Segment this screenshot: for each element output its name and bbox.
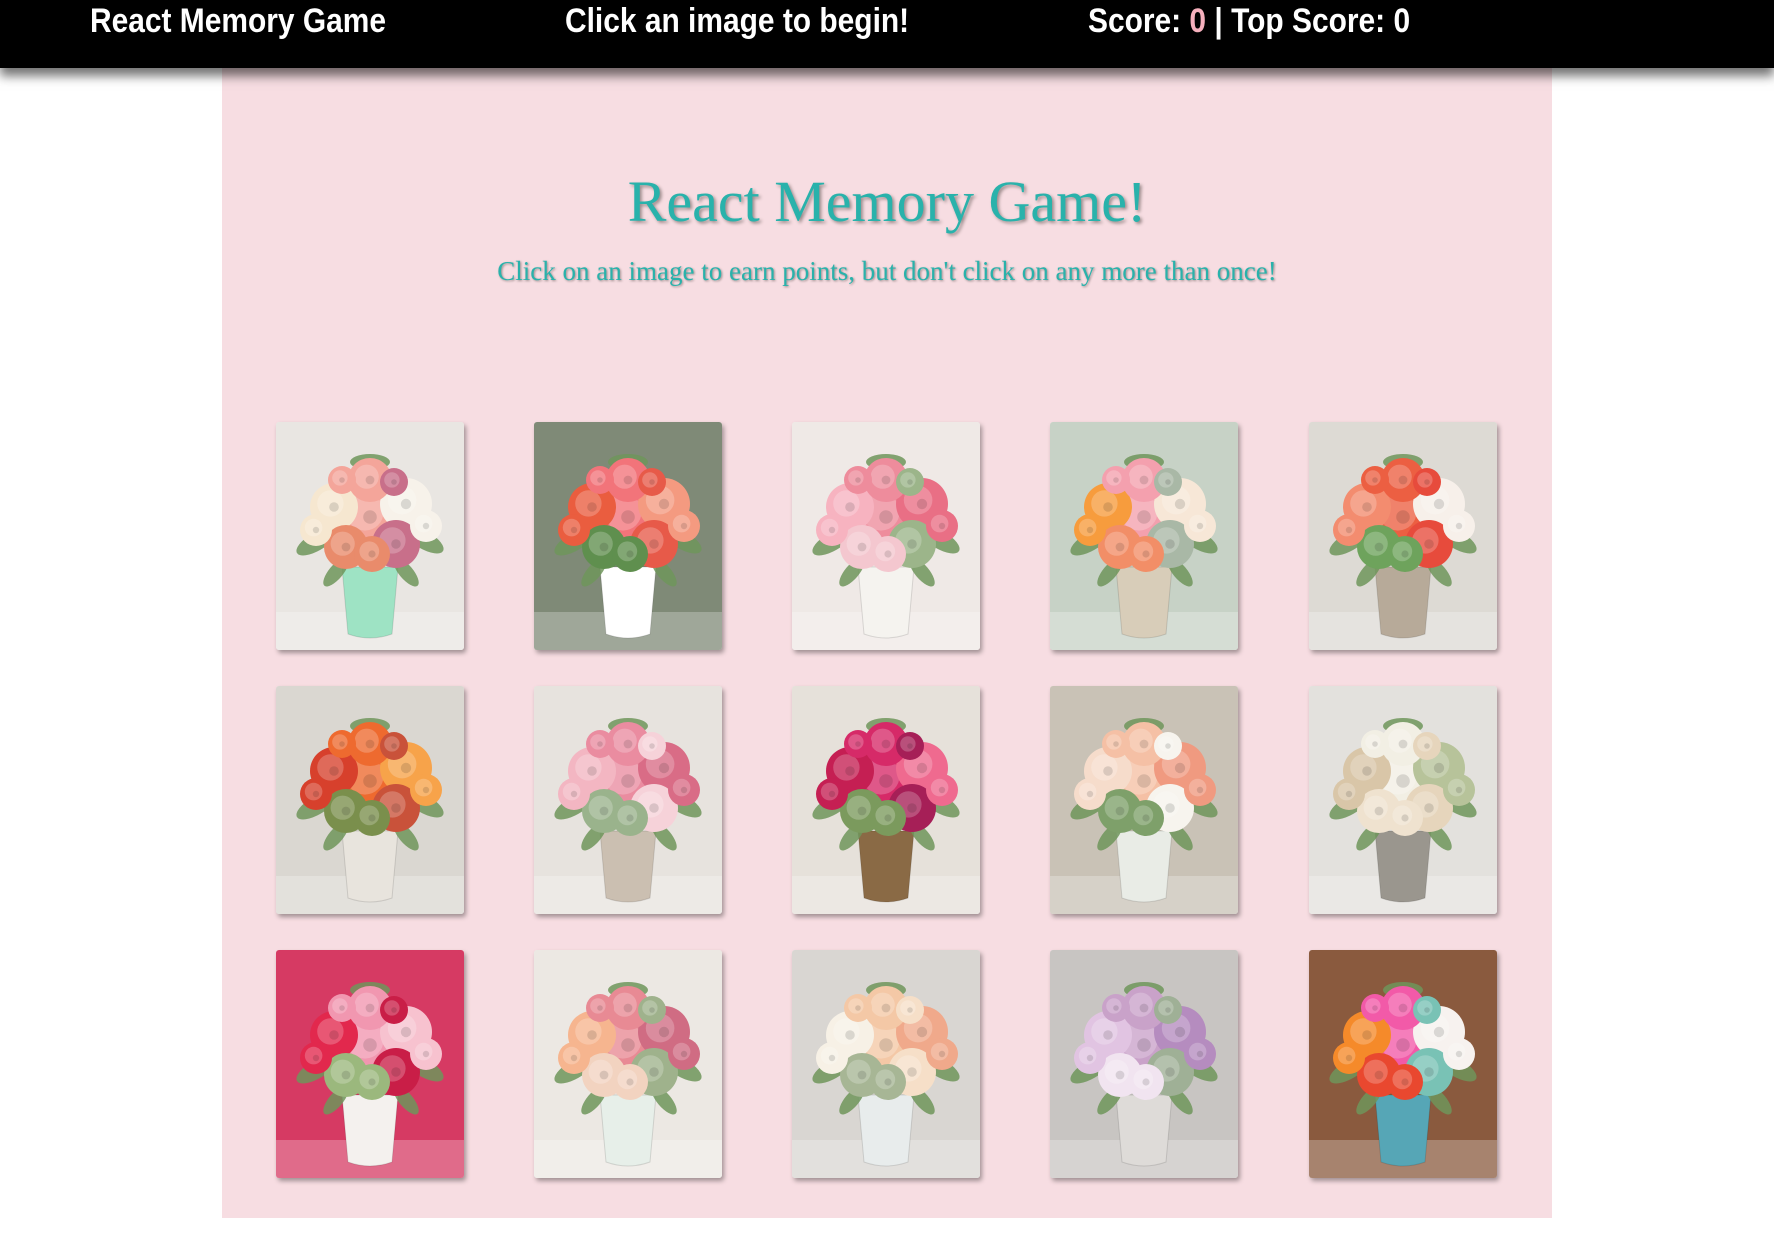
top-score-label: Top Score:: [1231, 2, 1394, 40]
flower-image-card[interactable]: [534, 422, 722, 650]
flower-image-card[interactable]: [1309, 686, 1497, 914]
score-display: Score: 0 | Top Score: 0: [1088, 2, 1410, 41]
flower-bouquet-image: [534, 422, 722, 650]
score-value: 0: [1189, 2, 1207, 40]
flower-bouquet-image: [276, 950, 464, 1178]
flower-image-card[interactable]: [1050, 686, 1238, 914]
flower-bouquet-image: [1309, 422, 1497, 650]
flower-bouquet-image: [1050, 686, 1238, 914]
flower-image-card[interactable]: [1050, 950, 1238, 1178]
navbar: React Memory Game Click an image to begi…: [0, 0, 1774, 68]
flower-bouquet-image: [792, 950, 980, 1178]
score-label: Score:: [1088, 2, 1190, 40]
game-panel: React Memory Game! Click on an image to …: [222, 68, 1552, 1218]
flower-image-card[interactable]: [792, 686, 980, 914]
brand-title[interactable]: React Memory Game: [90, 2, 386, 41]
flower-bouquet-image: [1309, 686, 1497, 914]
score-separator: |: [1206, 2, 1232, 40]
flower-image-card[interactable]: [1309, 950, 1497, 1178]
flower-image-card[interactable]: [1309, 422, 1497, 650]
flower-image-card[interactable]: [534, 950, 722, 1178]
top-score-value: 0: [1393, 2, 1411, 40]
flower-bouquet-image: [534, 950, 722, 1178]
flower-image-card[interactable]: [534, 686, 722, 914]
flower-bouquet-image: [276, 422, 464, 650]
flower-image-card[interactable]: [792, 422, 980, 650]
flower-bouquet-image: [1050, 422, 1238, 650]
flower-bouquet-image: [534, 686, 722, 914]
flower-bouquet-image: [792, 686, 980, 914]
game-status-message: Click an image to begin!: [565, 2, 910, 40]
flower-bouquet-image: [792, 422, 980, 650]
flower-bouquet-image: [1050, 950, 1238, 1178]
flower-image-card[interactable]: [276, 950, 464, 1178]
flower-image-card[interactable]: [1050, 422, 1238, 650]
flower-bouquet-image: [276, 686, 464, 914]
hero-subtitle: Click on an image to earn points, but do…: [497, 256, 1277, 286]
hero-title: React Memory Game!: [627, 169, 1147, 234]
flower-bouquet-image: [1309, 950, 1497, 1178]
flower-image-card[interactable]: [276, 422, 464, 650]
flower-image-card[interactable]: [792, 950, 980, 1178]
flower-image-card[interactable]: [276, 686, 464, 914]
